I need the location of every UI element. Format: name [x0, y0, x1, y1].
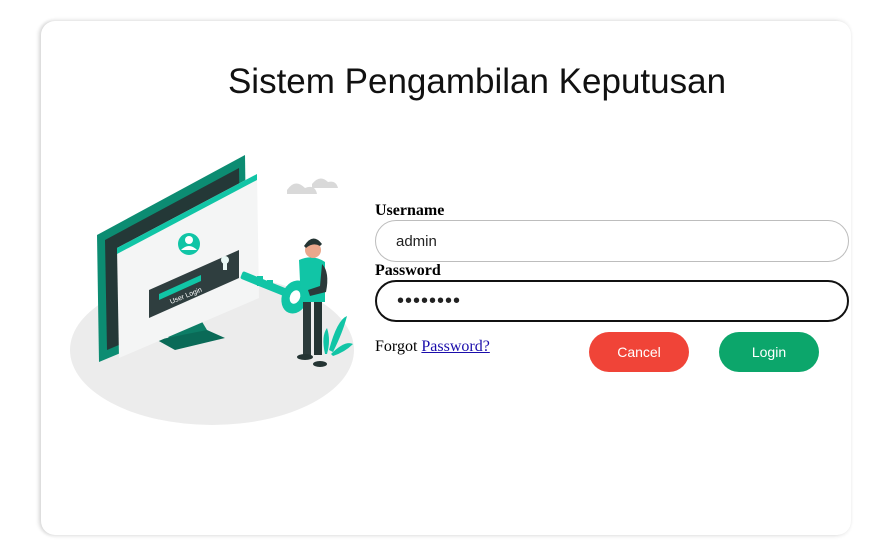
forgot-password-link[interactable]: Password? — [421, 338, 489, 355]
username-label: Username — [375, 202, 445, 219]
username-input[interactable] — [375, 220, 849, 262]
forgot-password-text: Forgot Password? — [375, 338, 490, 356]
page-title: Sistem Pengambilan Keputusan — [227, 62, 727, 101]
forgot-prefix: Forgot — [375, 338, 422, 355]
password-label: Password — [375, 262, 441, 279]
login-button[interactable]: Login — [719, 332, 819, 372]
login-illustration: User Login — [70, 155, 354, 425]
cancel-button[interactable]: Cancel — [589, 332, 689, 372]
cloud-icon — [287, 178, 338, 194]
password-input[interactable] — [375, 280, 849, 322]
